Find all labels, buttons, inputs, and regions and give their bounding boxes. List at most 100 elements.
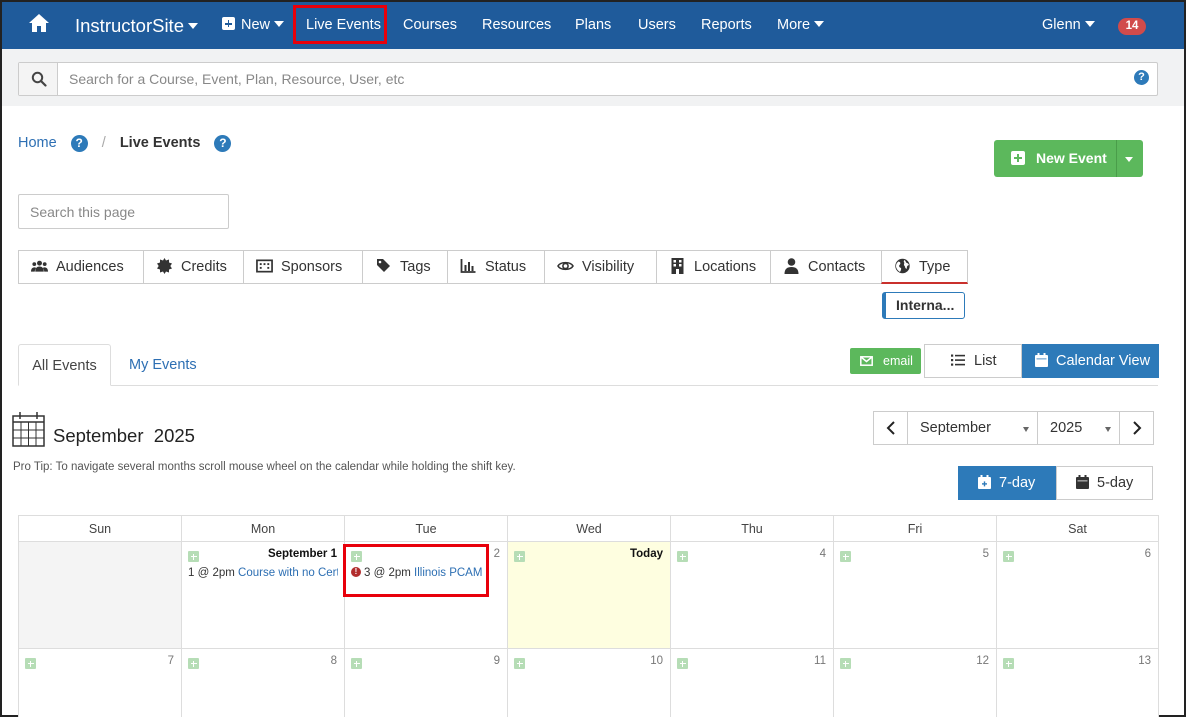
- calendar-plus-icon: [978, 474, 991, 489]
- day-number: 5: [982, 548, 989, 560]
- nav-resources[interactable]: Resources: [482, 2, 551, 49]
- home-icon[interactable]: [28, 13, 50, 33]
- event-link[interactable]: Course with no Cert...: [238, 567, 338, 579]
- page-help-icon[interactable]: ?: [214, 135, 232, 152]
- nav-courses[interactable]: Courses: [403, 2, 457, 49]
- list-icon: [951, 354, 965, 366]
- day-number: 11: [814, 655, 826, 667]
- home-help-icon[interactable]: ?: [70, 135, 88, 152]
- add-event-icon[interactable]: [25, 658, 36, 669]
- email-button[interactable]: email: [850, 348, 921, 374]
- nav-more[interactable]: More: [777, 2, 825, 49]
- filter-locations-label: Locations: [694, 259, 757, 275]
- nav-plans[interactable]: Plans: [575, 2, 611, 49]
- five-day-button[interactable]: 5-day: [1056, 466, 1153, 500]
- year-select[interactable]: 2025: [1038, 411, 1120, 445]
- filter-audiences[interactable]: Audiences: [18, 250, 144, 284]
- filter-status[interactable]: Status: [447, 250, 545, 284]
- day-cell[interactable]: 5: [833, 542, 996, 649]
- filter-credits-label: Credits: [181, 259, 227, 275]
- breadcrumb-home[interactable]: Home: [18, 135, 57, 151]
- day-cell[interactable]: 10: [507, 649, 670, 717]
- weekday-header: Sat: [996, 515, 1159, 542]
- new-event-dropdown-toggle[interactable]: [1116, 140, 1143, 177]
- search-bar-region: ?: [2, 49, 1184, 106]
- filter-sponsors[interactable]: Sponsors: [243, 250, 363, 284]
- user-name: Glenn: [1042, 17, 1081, 33]
- day-cell[interactable]: 2 ! 3 @ 2pm Illinois PCAM: [344, 542, 507, 649]
- add-event-icon[interactable]: [351, 551, 362, 562]
- filter-status-label: Status: [485, 259, 527, 275]
- year-select-value: 2025: [1050, 420, 1083, 436]
- tag-icon: [377, 259, 390, 273]
- add-event-icon[interactable]: [840, 658, 851, 669]
- seven-day-button[interactable]: 7-day: [958, 466, 1056, 500]
- day-cell[interactable]: 13: [996, 649, 1159, 717]
- month-select[interactable]: September: [908, 411, 1038, 445]
- certificate-icon: [157, 257, 172, 274]
- search-button[interactable]: [19, 63, 58, 95]
- notification-badge[interactable]: 14: [1118, 18, 1146, 35]
- add-event-icon[interactable]: [188, 658, 199, 669]
- globe-icon: [895, 258, 910, 273]
- day-cell[interactable]: 8: [181, 649, 344, 717]
- day-cell-today[interactable]: Today: [507, 542, 670, 649]
- user-menu[interactable]: Glenn: [1042, 2, 1095, 49]
- day-number: 13: [1138, 655, 1151, 667]
- tab-my-events[interactable]: My Events: [129, 344, 197, 386]
- weekday-header: Fri: [833, 515, 996, 542]
- search-help-icon[interactable]: ?: [1134, 70, 1149, 85]
- day-cell[interactable]: September 1 1 @ 2pm Course with no Cert.…: [181, 542, 344, 649]
- day-cell[interactable]: 11: [670, 649, 833, 717]
- tab-all-events[interactable]: All Events: [18, 344, 111, 386]
- add-event-icon[interactable]: [1003, 551, 1014, 562]
- page-search-input[interactable]: [18, 194, 229, 229]
- five-day-label: 5-day: [1097, 475, 1134, 491]
- caret-down-icon: [1084, 21, 1095, 28]
- weekday-header: Mon: [181, 515, 344, 542]
- add-event-icon[interactable]: [677, 658, 688, 669]
- caret-down-icon: [1023, 427, 1029, 432]
- filter-credits[interactable]: Credits: [143, 250, 244, 284]
- breadcrumb-current: Live Events: [119, 135, 201, 151]
- nav-live-events[interactable]: Live Events: [306, 2, 381, 49]
- nav-reports[interactable]: Reports: [701, 2, 752, 49]
- weekday-header: Tue: [344, 515, 507, 542]
- filter-visibility[interactable]: Visibility: [544, 250, 657, 284]
- event-link[interactable]: Illinois PCAM: [414, 567, 482, 579]
- filter-type[interactable]: Type: [881, 250, 968, 284]
- new-event-button[interactable]: New Event: [994, 140, 1116, 177]
- day-number: 6: [1144, 548, 1151, 560]
- prev-month-button[interactable]: [873, 411, 908, 445]
- day-cell-empty: [18, 542, 181, 649]
- type-filter-tag[interactable]: Interna...: [882, 292, 965, 319]
- calendar-view-button[interactable]: Calendar View: [1022, 344, 1159, 378]
- nav-users[interactable]: Users: [638, 2, 676, 49]
- day-cell[interactable]: 12: [833, 649, 996, 717]
- add-event-icon[interactable]: [351, 658, 362, 669]
- global-search-input[interactable]: [69, 69, 1119, 89]
- caret-down-icon: [274, 21, 285, 28]
- filter-tags[interactable]: Tags: [362, 250, 448, 284]
- add-event-icon[interactable]: [677, 551, 688, 562]
- seven-day-label: 7-day: [999, 475, 1036, 491]
- filter-locations[interactable]: Locations: [656, 250, 771, 284]
- add-event-icon[interactable]: [188, 551, 199, 562]
- list-view-button[interactable]: List: [924, 344, 1022, 378]
- event-time: 1 @ 2pm: [188, 567, 235, 579]
- bar-chart-icon: [460, 258, 476, 273]
- add-event-icon[interactable]: [514, 658, 525, 669]
- filter-contacts[interactable]: Contacts: [770, 250, 882, 284]
- caret-down-icon: [1105, 427, 1111, 432]
- calendar-title-year: 2025: [153, 425, 195, 446]
- day-cell[interactable]: 7: [18, 649, 181, 717]
- new-menu[interactable]: New: [222, 2, 285, 49]
- add-event-icon[interactable]: [514, 551, 525, 562]
- add-event-icon[interactable]: [1003, 658, 1014, 669]
- next-month-button[interactable]: [1119, 411, 1154, 445]
- add-event-icon[interactable]: [840, 551, 851, 562]
- brand-menu[interactable]: InstructorSite: [75, 2, 198, 49]
- day-cell[interactable]: 9: [344, 649, 507, 717]
- day-cell[interactable]: 4: [670, 542, 833, 649]
- day-cell[interactable]: 6: [996, 542, 1159, 649]
